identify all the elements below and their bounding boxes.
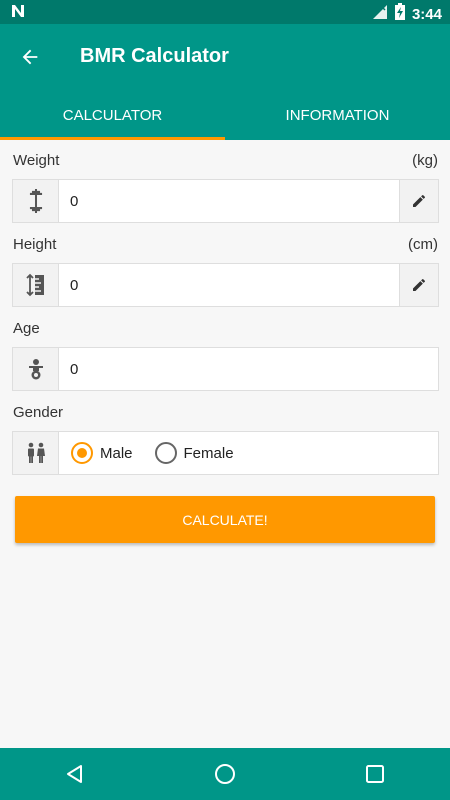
system-nav-bar bbox=[0, 748, 450, 800]
weight-label: Weight bbox=[13, 152, 60, 169]
nav-recents-button[interactable] bbox=[345, 748, 405, 800]
age-field bbox=[12, 347, 439, 391]
height-unit: (cm) bbox=[408, 236, 438, 253]
nav-home-button[interactable] bbox=[195, 748, 255, 800]
status-time: 3:44 bbox=[411, 5, 442, 23]
tab-calculator[interactable]: CALCULATOR bbox=[0, 90, 225, 140]
arrow-back-icon bbox=[22, 49, 38, 65]
age-label: Age bbox=[13, 320, 40, 337]
age-input[interactable] bbox=[59, 348, 438, 390]
tab-information[interactable]: INFORMATION bbox=[225, 90, 450, 140]
app-bar: BMR Calculator bbox=[0, 24, 450, 90]
male-label: Male bbox=[100, 444, 133, 462]
age-label-row: Age bbox=[13, 320, 438, 342]
recents-square-icon bbox=[366, 765, 384, 783]
female-radio[interactable]: Female bbox=[154, 442, 234, 464]
baby-icon bbox=[13, 348, 59, 390]
home-circle-icon bbox=[215, 764, 235, 784]
calculator-form: Weight (kg) Height (cm) Age Gend bbox=[0, 140, 450, 748]
pencil-icon bbox=[413, 194, 426, 207]
height-edit-button[interactable] bbox=[399, 264, 438, 306]
ruler-height-icon bbox=[13, 264, 59, 306]
male-radio[interactable]: Male bbox=[71, 442, 133, 464]
dumbbell-icon bbox=[13, 180, 59, 222]
back-button[interactable] bbox=[14, 41, 46, 73]
tab-bar: CALCULATOR INFORMATION bbox=[0, 90, 450, 140]
height-label: Height bbox=[13, 236, 57, 253]
radio-checked-icon bbox=[71, 442, 93, 464]
gender-radio-group: Male Female bbox=[59, 432, 438, 474]
back-triangle-icon bbox=[67, 765, 82, 783]
height-input[interactable] bbox=[59, 264, 399, 306]
gender-label-row: Gender bbox=[13, 404, 438, 426]
female-label: Female bbox=[183, 444, 234, 462]
calculate-button[interactable]: CALCULATE! bbox=[15, 496, 435, 543]
wifi-off-icon bbox=[372, 3, 388, 25]
status-bar: 3:44 bbox=[0, 0, 450, 24]
pencil-icon bbox=[413, 278, 426, 291]
people-icon bbox=[13, 432, 59, 474]
radio-unchecked-icon bbox=[154, 442, 177, 464]
weight-unit: (kg) bbox=[412, 152, 438, 169]
gender-field: Male Female bbox=[12, 431, 439, 475]
n-notification-icon bbox=[10, 3, 26, 24]
battery-charging-icon bbox=[394, 3, 405, 25]
weight-input[interactable] bbox=[59, 180, 399, 222]
weight-label-row: Weight (kg) bbox=[13, 152, 438, 174]
weight-edit-button[interactable] bbox=[399, 180, 438, 222]
height-field bbox=[12, 263, 439, 307]
height-label-row: Height (cm) bbox=[13, 236, 438, 258]
nav-back-button[interactable] bbox=[45, 748, 105, 800]
weight-field bbox=[12, 179, 439, 223]
page-title: BMR Calculator bbox=[80, 45, 229, 67]
gender-label: Gender bbox=[13, 404, 64, 421]
